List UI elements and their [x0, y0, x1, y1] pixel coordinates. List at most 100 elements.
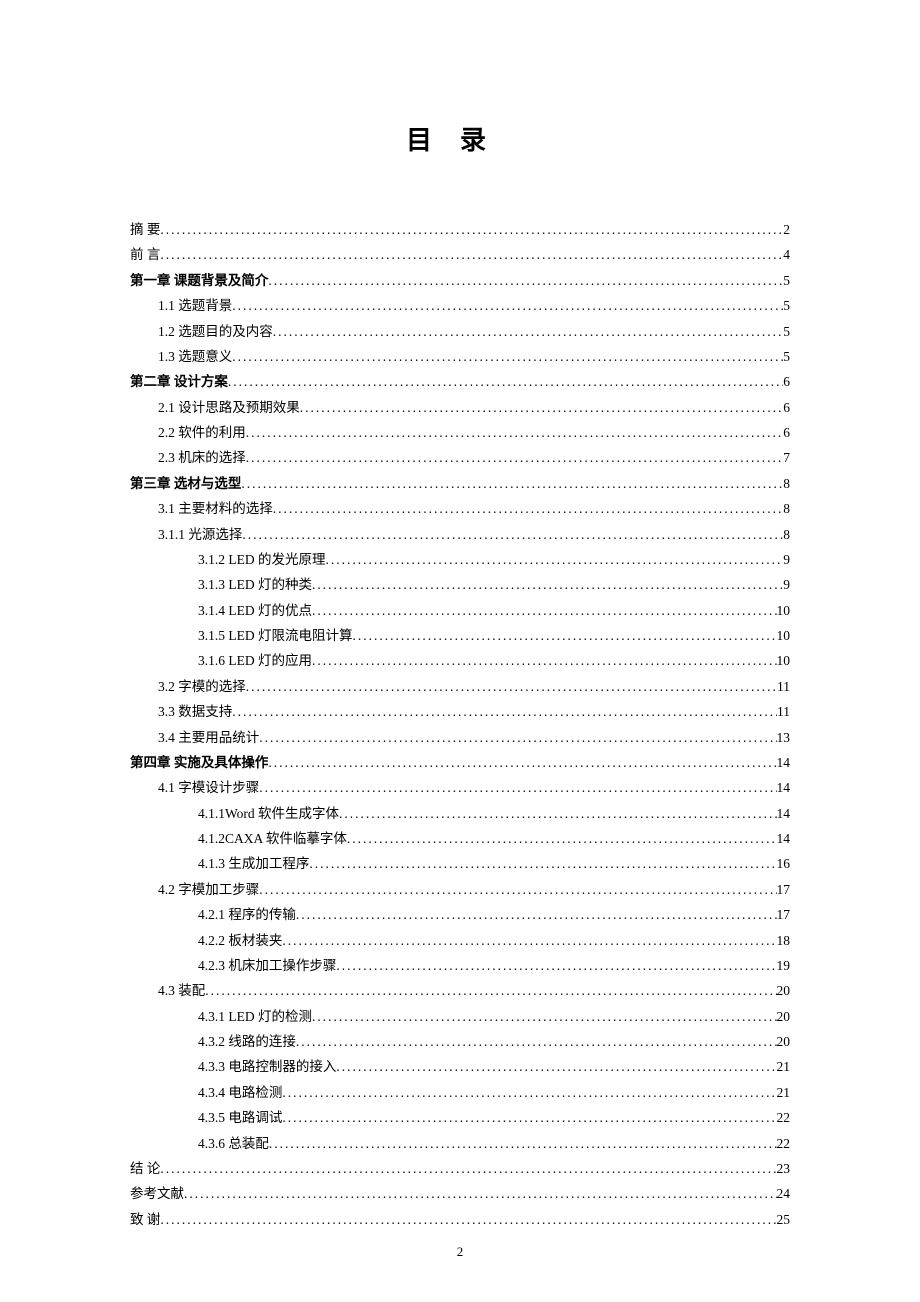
toc-entry-page: 23	[777, 1156, 791, 1181]
toc-entry-label: 3.1.2 LED 的发光原理	[198, 547, 326, 572]
toc-entry-page: 14	[777, 801, 791, 826]
toc-entry-dots	[246, 674, 777, 699]
toc-entry-dots	[273, 496, 784, 521]
toc-entry-label: 第二章 设计方案	[130, 369, 228, 394]
toc-entry-label: 第三章 选材与选型	[130, 471, 241, 496]
toc-entry-page: 5	[783, 344, 790, 369]
toc-entry-label: 第一章 课题背景及简介	[130, 268, 268, 293]
toc-entry-dots	[326, 547, 784, 572]
toc-entry-label: 3.1.1 光源选择	[158, 522, 242, 547]
toc-entry: 4.2.3 机床加工操作步骤 19	[130, 953, 790, 978]
toc-entry-dots	[282, 1105, 776, 1130]
toc-entry: 3.1.5 LED 灯限流电阻计算10	[130, 623, 790, 648]
toc-entry-label: 1.2 选题目的及内容	[158, 319, 273, 344]
toc-entry-page: 6	[783, 395, 790, 420]
toc-entry: 3.1.3 LED 灯的种类9	[130, 572, 790, 597]
toc-entry-page: 13	[777, 725, 791, 750]
toc-entry-label: 1.3 选题意义	[158, 344, 232, 369]
toc-entry: 4.2 字模加工步骤 17	[130, 877, 790, 902]
toc-entry-page: 9	[783, 547, 790, 572]
toc-list: 摘 要2前 言4第一章 课题背景及简介51.1 选题背景51.2 选题目的及内容…	[130, 217, 790, 1232]
toc-entry: 4.3.1 LED 灯的检测20	[130, 1004, 790, 1029]
toc-entry-dots	[246, 420, 784, 445]
toc-entry-page: 19	[777, 953, 791, 978]
toc-entry-label: 2.2 软件的利用	[158, 420, 246, 445]
toc-entry: 4.3.3 电路控制器的接入21	[130, 1054, 790, 1079]
toc-entry-label: 3.1.4 LED 灯的优点	[198, 598, 312, 623]
toc-entry-page: 6	[783, 369, 790, 394]
toc-entry-dots	[273, 319, 784, 344]
toc-entry-label: 4.3.6 总装配	[198, 1131, 269, 1156]
toc-entry-dots	[312, 1004, 777, 1029]
toc-entry-page: 8	[783, 522, 790, 547]
toc-entry: 2.2 软件的利用6	[130, 420, 790, 445]
toc-entry-page: 5	[783, 293, 790, 318]
toc-entry-label: 4.1.1Word 软件生成字体	[198, 801, 339, 826]
toc-entry-label: 4.3.4 电路检测	[198, 1080, 282, 1105]
toc-entry-page: 21	[777, 1080, 791, 1105]
toc-entry-dots	[282, 1080, 776, 1105]
toc-entry-dots	[309, 851, 776, 876]
toc-entry-page: 5	[783, 268, 790, 293]
toc-entry-dots	[228, 369, 783, 394]
document-page: 目录 摘 要2前 言4第一章 课题背景及简介51.1 选题背景51.2 选题目的…	[0, 0, 920, 1272]
toc-title: 目录	[130, 120, 790, 157]
toc-entry-page: 20	[777, 978, 791, 1003]
toc-entry-page: 14	[777, 826, 791, 851]
toc-entry: 4.3.4 电路检测 21	[130, 1080, 790, 1105]
toc-entry: 4.3.6 总装配22	[130, 1131, 790, 1156]
toc-entry-page: 18	[777, 928, 791, 953]
toc-entry-page: 10	[777, 648, 791, 673]
toc-entry-dots	[160, 242, 783, 267]
toc-entry: 4.1 字模设计步骤14	[130, 775, 790, 800]
toc-entry-dots	[353, 623, 777, 648]
toc-entry: 第四章 实施及具体操作 14	[130, 750, 790, 775]
toc-entry-dots	[160, 1156, 776, 1181]
toc-entry-dots	[246, 445, 784, 470]
toc-entry-dots	[282, 928, 776, 953]
toc-entry-page: 17	[777, 902, 791, 927]
toc-entry-label: 4.2.2 板材装夹	[198, 928, 282, 953]
toc-entry-label: 4.2 字模加工步骤	[158, 877, 259, 902]
toc-entry-dots	[259, 775, 776, 800]
toc-entry: 4.2.1 程序的传输 17	[130, 902, 790, 927]
toc-entry: 参考文献24	[130, 1181, 790, 1206]
toc-entry-page: 17	[777, 877, 791, 902]
toc-entry: 2.3 机床的选择7	[130, 445, 790, 470]
toc-entry: 第三章 选材与选型8	[130, 471, 790, 496]
toc-entry-label: 4.2.1 程序的传输	[198, 902, 296, 927]
toc-entry-dots	[241, 471, 783, 496]
toc-entry-page: 16	[777, 851, 791, 876]
toc-entry: 1.3 选题意义 5	[130, 344, 790, 369]
toc-entry: 3.1.6 LED 灯的应用 10	[130, 648, 790, 673]
toc-entry-dots	[296, 902, 777, 927]
toc-entry-label: 3.1.6 LED 灯的应用	[198, 648, 312, 673]
toc-entry-label: 4.1.2CAXA 软件临摹字体	[198, 826, 347, 851]
toc-entry-dots	[160, 217, 783, 242]
toc-entry-dots	[336, 1054, 776, 1079]
toc-entry: 3.1 主要材料的选择8	[130, 496, 790, 521]
toc-entry-label: 4.2.3 机床加工操作步骤	[198, 953, 336, 978]
toc-entry-page: 25	[777, 1207, 791, 1232]
toc-entry: 2.1 设计思路及预期效果6	[130, 395, 790, 420]
toc-entry: 第二章 设计方案 6	[130, 369, 790, 394]
toc-entry: 3.1.1 光源选择 8	[130, 522, 790, 547]
toc-entry-label: 第四章 实施及具体操作	[130, 750, 268, 775]
toc-entry-label: 参考文献	[130, 1181, 184, 1206]
toc-entry-dots	[312, 572, 783, 597]
toc-entry-dots	[160, 1207, 776, 1232]
toc-entry-page: 7	[783, 445, 790, 470]
toc-entry: 1.2 选题目的及内容 5	[130, 319, 790, 344]
toc-entry-label: 结 论	[130, 1156, 160, 1181]
toc-entry-dots	[312, 648, 777, 673]
toc-entry-page: 20	[777, 1029, 791, 1054]
toc-entry: 4.1.1Word 软件生成字体 14	[130, 801, 790, 826]
toc-entry: 4.1.2CAXA 软件临摹字体 14	[130, 826, 790, 851]
toc-entry-page: 14	[777, 750, 791, 775]
toc-entry-page: 5	[783, 319, 790, 344]
toc-entry-dots	[339, 801, 776, 826]
toc-entry-page: 8	[783, 496, 790, 521]
toc-entry: 3.1.4 LED 灯的优点10	[130, 598, 790, 623]
toc-entry-page: 10	[777, 623, 791, 648]
toc-entry-page: 9	[783, 572, 790, 597]
